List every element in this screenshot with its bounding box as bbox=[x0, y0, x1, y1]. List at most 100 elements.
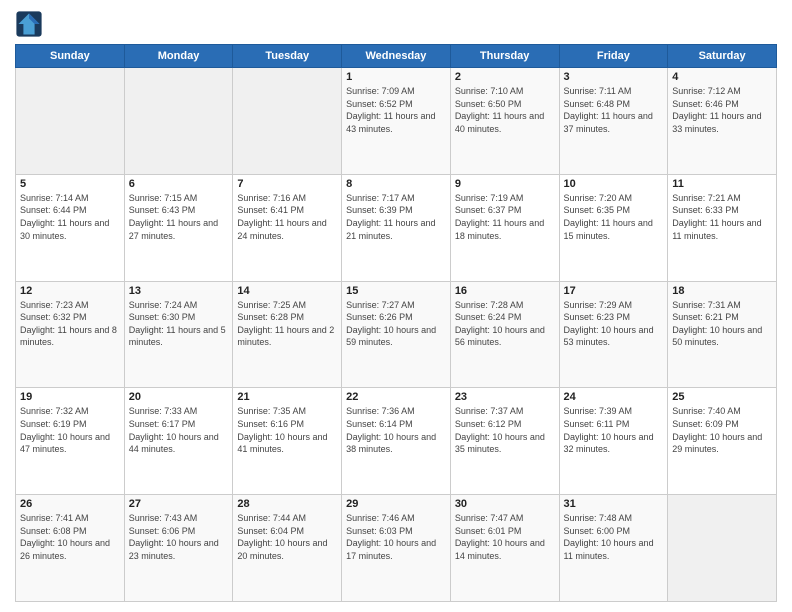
calendar-cell: 4Sunrise: 7:12 AM Sunset: 6:46 PM Daylig… bbox=[668, 68, 777, 175]
calendar-cell: 30Sunrise: 7:47 AM Sunset: 6:01 PM Dayli… bbox=[450, 495, 559, 602]
day-number: 19 bbox=[20, 391, 120, 403]
day-number: 28 bbox=[237, 498, 337, 510]
weekday-header: Tuesday bbox=[233, 45, 342, 68]
day-info: Sunrise: 7:33 AM Sunset: 6:17 PM Dayligh… bbox=[129, 405, 229, 455]
weekday-header-row: SundayMondayTuesdayWednesdayThursdayFrid… bbox=[16, 45, 777, 68]
calendar-cell: 11 Sunrise: 7:21 AM Sunset: 6:33 PM Dayli… bbox=[668, 174, 777, 281]
calendar-cell: 22 Sunrise: 7:36 AM Sunset: 6:14 PM Dayli… bbox=[342, 388, 451, 495]
weekday-header: Thursday bbox=[450, 45, 559, 68]
day-info: Sunrise: 7:35 AM Sunset: 6:16 PM Dayligh… bbox=[237, 405, 337, 455]
calendar-cell: 29 Sunrise: 7:46 AM Sunset: 6:03 PM Dayli… bbox=[342, 495, 451, 602]
weekday-header: Wednesday bbox=[342, 45, 451, 68]
day-info: Sunrise: 7:23 AM Sunset: 6:32 PM Dayligh… bbox=[20, 299, 120, 349]
calendar-cell bbox=[233, 68, 342, 175]
day-number: 16 bbox=[455, 285, 555, 297]
day-number: 13 bbox=[129, 285, 229, 297]
day-info: Sunrise: 7:46 AM Sunset: 6:03 PM Dayligh… bbox=[346, 512, 446, 562]
logo-icon bbox=[15, 10, 43, 38]
header bbox=[15, 10, 777, 38]
calendar-week-row: 5Sunrise: 7:14 AM Sunset: 6:44 PM Daylig… bbox=[16, 174, 777, 281]
day-number: 4 bbox=[672, 71, 772, 83]
day-number: 8 bbox=[346, 178, 446, 190]
calendar-cell: 19 Sunrise: 7:32 AM Sunset: 6:19 PM Dayli… bbox=[16, 388, 125, 495]
day-number: 25 bbox=[672, 391, 772, 403]
day-number: 1 bbox=[346, 71, 446, 83]
calendar-cell: 23Sunrise: 7:37 AM Sunset: 6:12 PM Dayli… bbox=[450, 388, 559, 495]
calendar-cell: 26Sunrise: 7:41 AM Sunset: 6:08 PM Dayli… bbox=[16, 495, 125, 602]
day-number: 14 bbox=[237, 285, 337, 297]
day-number: 23 bbox=[455, 391, 555, 403]
calendar-cell bbox=[16, 68, 125, 175]
day-number: 26 bbox=[20, 498, 120, 510]
day-number: 12 bbox=[20, 285, 120, 297]
calendar-week-row: 19 Sunrise: 7:32 AM Sunset: 6:19 PM Dayli… bbox=[16, 388, 777, 495]
day-number: 29 bbox=[346, 498, 446, 510]
calendar-cell: 24 Sunrise: 7:39 AM Sunset: 6:11 PM Dayli… bbox=[559, 388, 668, 495]
calendar-cell: 28 Sunrise: 7:44 AM Sunset: 6:04 PM Dayli… bbox=[233, 495, 342, 602]
day-number: 18 bbox=[672, 285, 772, 297]
day-info: Sunrise: 7:40 AM Sunset: 6:09 PM Dayligh… bbox=[672, 405, 772, 455]
calendar-cell: 10 Sunrise: 7:20 AM Sunset: 6:35 PM Dayli… bbox=[559, 174, 668, 281]
day-number: 11 bbox=[672, 178, 772, 190]
weekday-header: Friday bbox=[559, 45, 668, 68]
calendar-cell: 18 Sunrise: 7:31 AM Sunset: 6:21 PM Dayli… bbox=[668, 281, 777, 388]
day-info: Sunrise: 7:36 AM Sunset: 6:14 PM Dayligh… bbox=[346, 405, 446, 455]
day-number: 7 bbox=[237, 178, 337, 190]
day-number: 10 bbox=[564, 178, 664, 190]
logo bbox=[15, 10, 47, 38]
page: SundayMondayTuesdayWednesdayThursdayFrid… bbox=[0, 0, 792, 612]
calendar-cell: 3 Sunrise: 7:11 AM Sunset: 6:48 PM Daylig… bbox=[559, 68, 668, 175]
calendar-week-row: 1 Sunrise: 7:09 AM Sunset: 6:52 PM Daylig… bbox=[16, 68, 777, 175]
calendar-cell: 20 Sunrise: 7:33 AM Sunset: 6:17 PM Dayli… bbox=[124, 388, 233, 495]
day-info: Sunrise: 7:15 AM Sunset: 6:43 PM Dayligh… bbox=[129, 192, 229, 242]
day-info: Sunrise: 7:25 AM Sunset: 6:28 PM Dayligh… bbox=[237, 299, 337, 349]
calendar-cell: 2 Sunrise: 7:10 AM Sunset: 6:50 PM Daylig… bbox=[450, 68, 559, 175]
day-info: Sunrise: 7:29 AM Sunset: 6:23 PM Dayligh… bbox=[564, 299, 664, 349]
day-number: 21 bbox=[237, 391, 337, 403]
day-info: Sunrise: 7:32 AM Sunset: 6:19 PM Dayligh… bbox=[20, 405, 120, 455]
day-info: Sunrise: 7:19 AM Sunset: 6:37 PM Dayligh… bbox=[455, 192, 555, 242]
day-number: 20 bbox=[129, 391, 229, 403]
day-number: 2 bbox=[455, 71, 555, 83]
calendar-cell bbox=[668, 495, 777, 602]
calendar-cell: 5Sunrise: 7:14 AM Sunset: 6:44 PM Daylig… bbox=[16, 174, 125, 281]
day-info: Sunrise: 7:17 AM Sunset: 6:39 PM Dayligh… bbox=[346, 192, 446, 242]
day-number: 3 bbox=[564, 71, 664, 83]
day-number: 9 bbox=[455, 178, 555, 190]
day-info: Sunrise: 7:11 AM Sunset: 6:48 PM Dayligh… bbox=[564, 85, 664, 135]
day-number: 6 bbox=[129, 178, 229, 190]
day-number: 31 bbox=[564, 498, 664, 510]
day-info: Sunrise: 7:10 AM Sunset: 6:50 PM Dayligh… bbox=[455, 85, 555, 135]
calendar-cell: 6 Sunrise: 7:15 AM Sunset: 6:43 PM Daylig… bbox=[124, 174, 233, 281]
day-number: 24 bbox=[564, 391, 664, 403]
day-info: Sunrise: 7:44 AM Sunset: 6:04 PM Dayligh… bbox=[237, 512, 337, 562]
calendar-cell: 14 Sunrise: 7:25 AM Sunset: 6:28 PM Dayli… bbox=[233, 281, 342, 388]
day-info: Sunrise: 7:27 AM Sunset: 6:26 PM Dayligh… bbox=[346, 299, 446, 349]
day-info: Sunrise: 7:21 AM Sunset: 6:33 PM Dayligh… bbox=[672, 192, 772, 242]
day-info: Sunrise: 7:43 AM Sunset: 6:06 PM Dayligh… bbox=[129, 512, 229, 562]
calendar-cell: 21 Sunrise: 7:35 AM Sunset: 6:16 PM Dayli… bbox=[233, 388, 342, 495]
calendar-week-row: 12 Sunrise: 7:23 AM Sunset: 6:32 PM Dayli… bbox=[16, 281, 777, 388]
weekday-header: Sunday bbox=[16, 45, 125, 68]
day-number: 17 bbox=[564, 285, 664, 297]
calendar-cell: 12 Sunrise: 7:23 AM Sunset: 6:32 PM Dayli… bbox=[16, 281, 125, 388]
day-info: Sunrise: 7:20 AM Sunset: 6:35 PM Dayligh… bbox=[564, 192, 664, 242]
calendar-cell: 31 Sunrise: 7:48 AM Sunset: 6:00 PM Dayli… bbox=[559, 495, 668, 602]
calendar-cell: 17 Sunrise: 7:29 AM Sunset: 6:23 PM Dayli… bbox=[559, 281, 668, 388]
day-number: 5 bbox=[20, 178, 120, 190]
calendar-cell: 13 Sunrise: 7:24 AM Sunset: 6:30 PM Dayli… bbox=[124, 281, 233, 388]
calendar-table: SundayMondayTuesdayWednesdayThursdayFrid… bbox=[15, 44, 777, 602]
day-info: Sunrise: 7:48 AM Sunset: 6:00 PM Dayligh… bbox=[564, 512, 664, 562]
day-info: Sunrise: 7:09 AM Sunset: 6:52 PM Dayligh… bbox=[346, 85, 446, 135]
weekday-header: Monday bbox=[124, 45, 233, 68]
day-number: 15 bbox=[346, 285, 446, 297]
day-info: Sunrise: 7:24 AM Sunset: 6:30 PM Dayligh… bbox=[129, 299, 229, 349]
calendar-cell bbox=[124, 68, 233, 175]
calendar-cell: 8 Sunrise: 7:17 AM Sunset: 6:39 PM Daylig… bbox=[342, 174, 451, 281]
day-info: Sunrise: 7:31 AM Sunset: 6:21 PM Dayligh… bbox=[672, 299, 772, 349]
weekday-header: Saturday bbox=[668, 45, 777, 68]
day-number: 22 bbox=[346, 391, 446, 403]
day-info: Sunrise: 7:39 AM Sunset: 6:11 PM Dayligh… bbox=[564, 405, 664, 455]
day-number: 27 bbox=[129, 498, 229, 510]
day-info: Sunrise: 7:16 AM Sunset: 6:41 PM Dayligh… bbox=[237, 192, 337, 242]
